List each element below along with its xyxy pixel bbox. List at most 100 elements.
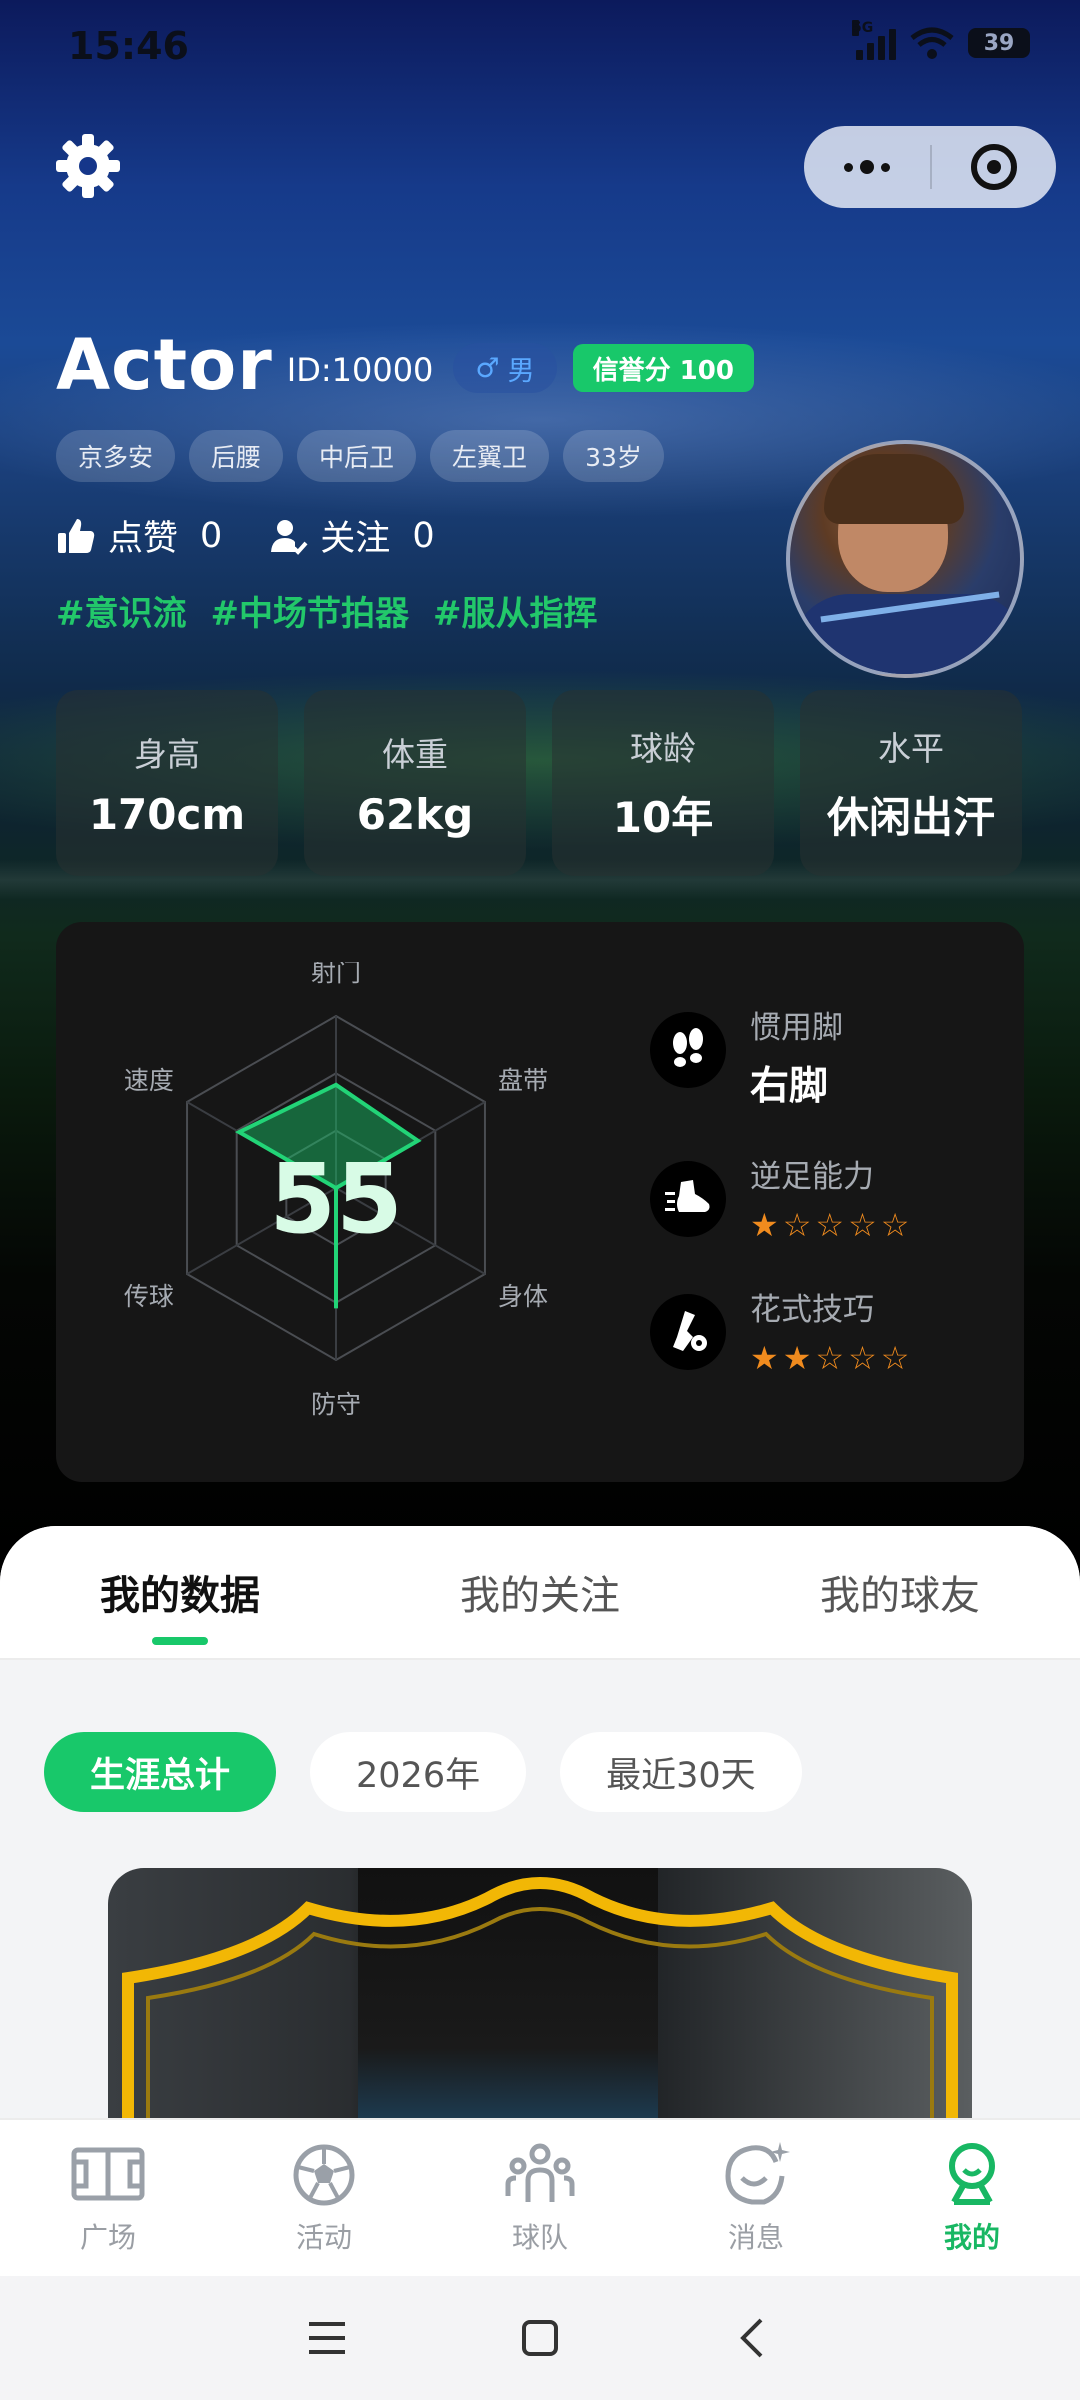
- footprints-icon: [650, 1012, 726, 1088]
- radar-axis-label: 盘带: [498, 1066, 548, 1095]
- foot-info-list: 惯用脚 右脚 逆足能力 ★☆☆☆☆ 花式技巧 ★★☆☆☆: [650, 1002, 1010, 1417]
- filter-career-total[interactable]: 生涯总计: [44, 1732, 277, 1812]
- player-card[interactable]: [108, 1868, 972, 2126]
- square-home-icon: [521, 2320, 558, 2356]
- tab-my-data[interactable]: 我的数据: [30, 1526, 330, 1659]
- tag-chip: 33岁: [563, 430, 664, 482]
- stat-label: 球龄: [630, 728, 696, 768]
- content-sheet: 我的数据 我的关注 我的球友 生涯总计 2026年 最近30天: [0, 1526, 1080, 2126]
- star-filled-icon: ★: [750, 1206, 783, 1244]
- menu-button[interactable]: [287, 2298, 367, 2378]
- stat-label: 水平: [878, 728, 944, 768]
- profile-icon: [949, 2143, 995, 2205]
- skill-moves-stars: ★★☆☆☆: [750, 1339, 913, 1377]
- network-label: 5G: [852, 20, 874, 36]
- overall-rating: 55: [269, 1143, 403, 1255]
- chevron-left-icon: [740, 2318, 763, 2358]
- credit-score-badge: 信誉分 100: [572, 344, 754, 392]
- hashtag: #服从指挥: [433, 594, 598, 634]
- nav-square[interactable]: 广场: [0, 2120, 216, 2276]
- hashtag: #中场节拍器: [210, 594, 410, 634]
- tab-bar: 我的数据 我的关注 我的球友: [0, 1526, 1080, 1660]
- star-filled-icon: ★: [782, 1339, 816, 1377]
- nav-messages[interactable]: 消息: [648, 2120, 864, 2276]
- star-empty-icon: ☆: [880, 1206, 914, 1244]
- wifi-icon: [910, 27, 954, 59]
- star-empty-icon: ☆: [782, 1206, 816, 1244]
- tab-my-friends[interactable]: 我的球友: [750, 1526, 1050, 1659]
- tag-chip: 中后卫: [297, 430, 417, 482]
- social-row: 点赞 0 关注 0: [56, 510, 481, 561]
- star-empty-icon: ☆: [815, 1339, 849, 1377]
- tag-chip: 左翼卫: [430, 430, 550, 482]
- message-icon: [725, 2142, 790, 2205]
- filter-this-year[interactable]: 2026年: [310, 1732, 527, 1812]
- signal-icon: 5G: [852, 20, 896, 60]
- follow-stat[interactable]: 关注 0: [268, 510, 435, 561]
- more-options-button[interactable]: [804, 126, 930, 208]
- radar-axis-label: 身体: [498, 1282, 548, 1311]
- male-icon: ♂: [475, 352, 500, 384]
- kick-shoe-icon: [650, 1161, 726, 1237]
- battery-indicator: 39: [968, 28, 1030, 58]
- nav-activities[interactable]: 活动: [216, 2120, 432, 2276]
- stat-card-experience: 球龄 10年: [552, 690, 774, 876]
- stats-row: 身高 170cm 体重 62kg 球龄 10年 水平 休闲出汗: [56, 690, 1024, 876]
- likes-label: 点赞: [108, 519, 179, 559]
- skill-moves-item: 花式技巧 ★★☆☆☆: [650, 1284, 1010, 1377]
- radar-axis-label: 速度: [124, 1066, 174, 1095]
- user-follow-icon: [271, 519, 308, 555]
- gear-icon[interactable]: [52, 130, 124, 202]
- status-bar: 15:46 5G 39: [0, 0, 1080, 90]
- foot-title: 逆足能力: [750, 1159, 874, 1195]
- stat-card-level: 水平 休闲出汗: [800, 690, 1022, 876]
- nav-me[interactable]: 我的: [864, 2120, 1080, 2276]
- hashtag-row: #意识流 #中场节拍器 #服从指挥: [56, 586, 598, 635]
- foot-value: 右脚: [750, 1064, 829, 1109]
- ability-card: 射门 盘带 身体 防守 传球 速度 55 惯用脚 右脚 逆足能力 ★☆☆☆☆ 花…: [56, 922, 1024, 1482]
- stat-value: 10年: [612, 792, 714, 842]
- stat-card-height: 身高 170cm: [56, 690, 278, 876]
- tab-my-following[interactable]: 我的关注: [390, 1526, 690, 1659]
- system-navigation-bar: [0, 2276, 1080, 2400]
- stat-label: 体重: [382, 734, 448, 774]
- weak-foot-stars: ★☆☆☆☆: [750, 1206, 913, 1244]
- preferred-foot-item: 惯用脚 右脚: [650, 1002, 1010, 1111]
- hamburger-menu-icon: [308, 2322, 345, 2354]
- nav-label: 活动: [295, 2221, 352, 2254]
- radar-axis-label: 防守: [311, 1390, 361, 1419]
- radar-axis-label: 传球: [124, 1282, 174, 1311]
- thumbs-up-icon: [58, 518, 95, 553]
- tag-row: 京多安 后腰 中后卫 左翼卫 33岁: [56, 430, 664, 482]
- filter-last-30-days[interactable]: 最近30天: [560, 1732, 802, 1812]
- close-mini-program-button[interactable]: [932, 126, 1056, 208]
- period-filters: 生涯总计 2026年 最近30天: [44, 1732, 802, 1812]
- soccer-ball-icon: [293, 2144, 355, 2206]
- stat-label: 身高: [134, 734, 200, 774]
- freestyle-icon: [650, 1294, 726, 1370]
- tag-chip: 后腰: [189, 430, 284, 482]
- follow-count: 0: [412, 515, 435, 556]
- bottom-navigation: 广场 活动 球队 消息 我的: [0, 2118, 1080, 2276]
- team-icon: [505, 2143, 575, 2202]
- star-empty-icon: ☆: [815, 1206, 849, 1244]
- gender-badge: ♂ 男: [453, 343, 557, 393]
- stat-value: 62kg: [356, 789, 474, 839]
- nav-label: 广场: [79, 2221, 136, 2254]
- status-icons: 5G 39: [852, 20, 1030, 60]
- foot-title: 花式技巧: [750, 1292, 874, 1328]
- nav-team[interactable]: 球队: [432, 2120, 648, 2276]
- nav-label: 我的: [943, 2221, 1000, 2254]
- home-button[interactable]: [500, 2298, 580, 2378]
- star-filled-icon: ★: [750, 1339, 783, 1377]
- nav-label: 消息: [727, 2221, 784, 2254]
- follow-label: 关注: [320, 519, 391, 559]
- status-time: 15:46: [68, 24, 189, 68]
- foot-title: 惯用脚: [750, 1010, 843, 1046]
- star-empty-icon: ☆: [880, 1339, 914, 1377]
- avatar[interactable]: [786, 440, 1024, 678]
- radar-axis-label: 射门: [311, 962, 361, 987]
- star-empty-icon: ☆: [848, 1206, 881, 1244]
- back-button[interactable]: [713, 2298, 793, 2378]
- likes-stat[interactable]: 点赞 0: [56, 510, 222, 561]
